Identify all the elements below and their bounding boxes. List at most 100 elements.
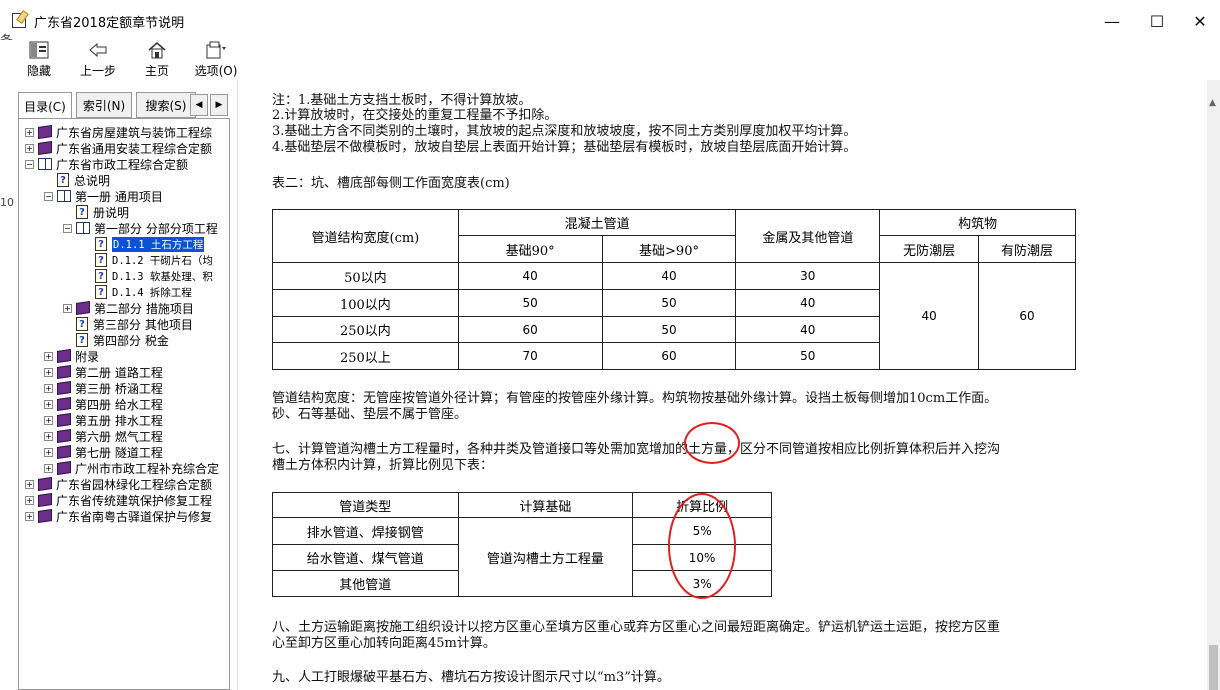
navigation-pane: 目录(C) 索引(N) 搜索(S) ◀ ▶ + 广东省房屋建筑与装饰工程综 + 广东省… bbox=[18, 92, 230, 690]
closed-book-icon bbox=[57, 397, 71, 411]
tree-item[interactable]: ? D.1.1 土石方工程 bbox=[82, 236, 205, 252]
tree-item[interactable]: ? 总说明 bbox=[44, 172, 110, 188]
table-cell: 给水管道、煤气管道 bbox=[272, 544, 459, 571]
vertical-scrollbar[interactable]: ▲ bbox=[1207, 80, 1220, 690]
tree-item[interactable]: + 广东省传统建筑保护修复工程 bbox=[25, 492, 212, 508]
tree-item-label: 第六册 燃气工程 bbox=[75, 429, 163, 444]
note-line: 3.基础土方含不同类别的土壤时，其放坡的起点深度和放坡坡度，按不同土方类别厚度加… bbox=[272, 124, 857, 139]
scrollbar-thumb[interactable] bbox=[1209, 645, 1218, 690]
close-button[interactable]: ✕ bbox=[1178, 8, 1220, 34]
closed-book-icon bbox=[38, 477, 52, 491]
expand-icon[interactable]: + bbox=[44, 431, 53, 441]
table-row: 50以内 40 40 30 40 60 bbox=[272, 262, 1076, 370]
tab-scroll-left-button[interactable]: ◀ bbox=[190, 94, 208, 116]
tree-item[interactable]: + 第四册 给水工程 bbox=[44, 396, 163, 412]
options-button[interactable]: 选项(O) bbox=[190, 40, 242, 79]
expand-icon[interactable]: + bbox=[25, 495, 34, 505]
content-pane: 注：1.基础土方支挡土板时，不得计算放坡。 2.计算放坡时，在交接处的重复工程量… bbox=[237, 80, 1207, 690]
table2-title: 表二：坑、槽底部每侧工作面宽度表(cm) bbox=[272, 176, 510, 191]
table-cell: 其他管道 bbox=[272, 570, 459, 597]
header-cell: 构筑物 bbox=[879, 209, 1076, 236]
tree-item-label: D.1.3 软基处理、积 bbox=[112, 270, 213, 283]
tree-item[interactable]: + 广东省通用安装工程综合定额 bbox=[25, 140, 212, 156]
header-cell: 有防潮层 bbox=[978, 235, 1076, 263]
paragraph-line: 砂、石等基础、垫层不属于管座。 bbox=[272, 407, 468, 422]
expand-icon[interactable]: + bbox=[44, 367, 53, 377]
tree-item[interactable]: + 广东省园林绿化工程综合定额 bbox=[25, 476, 212, 492]
table-cell: 40 bbox=[601, 262, 737, 290]
table-cell: 30 bbox=[735, 262, 881, 290]
header-cell: 无防潮层 bbox=[879, 235, 980, 263]
tree-item[interactable]: + 第三册 桥涵工程 bbox=[44, 380, 163, 396]
nav-tabs: 目录(C) 索引(N) 搜索(S) ◀ ▶ bbox=[18, 92, 230, 119]
expand-icon[interactable]: + bbox=[63, 303, 72, 313]
home-icon bbox=[131, 40, 183, 60]
collapse-icon[interactable]: − bbox=[25, 159, 34, 169]
toolbar: 隐藏 上一步 主页 选项(O) bbox=[0, 40, 1220, 80]
tree-item[interactable]: − 第一册 通用项目 bbox=[44, 188, 163, 204]
maximize-button[interactable]: ☐ bbox=[1135, 8, 1179, 34]
table-cell: 250以内 bbox=[272, 316, 459, 343]
tab-scroll-right-button[interactable]: ▶ bbox=[210, 94, 228, 116]
tree-item[interactable]: ? 第四部分 税金 bbox=[63, 332, 169, 348]
tree-item[interactable]: ? 第三部分 其他项目 bbox=[63, 316, 193, 332]
tree-item[interactable]: ? D.1.2 干砌片石（均 bbox=[82, 252, 213, 268]
tab-index[interactable]: 索引(N) bbox=[76, 92, 132, 118]
home-button[interactable]: 主页 bbox=[131, 40, 183, 79]
open-book-icon bbox=[38, 158, 52, 170]
expand-icon[interactable]: + bbox=[25, 143, 34, 153]
work-surface-width-table: 管道结构宽度(cm) 混凝土管道 金属及其他管道 构筑物 基础90° 基础>90… bbox=[272, 209, 1076, 370]
paragraph-line: 八、土方运输距离按施工组织设计以挖方区重心至填方区重心或弃方区重心之间最短距离确… bbox=[272, 620, 1001, 635]
collapse-icon[interactable]: − bbox=[44, 191, 53, 201]
expand-icon[interactable]: + bbox=[25, 127, 34, 137]
paragraph-line: 管道结构宽度：无管座按管道外径计算；有管座的按管座外缘计算。构筑物按基础外缘计算… bbox=[272, 391, 998, 406]
tree-item[interactable]: ? 册说明 bbox=[63, 204, 129, 220]
table-cell: 50以内 bbox=[272, 262, 459, 290]
tree-item-label: 第一册 通用项目 bbox=[75, 189, 163, 204]
expand-icon[interactable]: + bbox=[44, 383, 53, 393]
tree-item[interactable]: − 广东省市政工程综合定额 bbox=[25, 156, 188, 172]
tree-item[interactable]: ? D.1.4 拆除工程 bbox=[82, 284, 192, 300]
tree-item[interactable]: + 附录 bbox=[44, 348, 99, 364]
table-cell: 50 bbox=[601, 316, 737, 343]
tree-item[interactable]: + 广东省房屋建筑与装饰工程综 bbox=[25, 124, 212, 140]
tree-item[interactable]: + 广东省南粤古驿道保护与修复 bbox=[25, 508, 212, 524]
title-bar: 广东省2018定额章节说明 — ☐ ✕ bbox=[0, 0, 1220, 40]
expand-icon[interactable]: + bbox=[25, 479, 34, 489]
tree-item-label: 第四部分 税金 bbox=[93, 333, 169, 348]
tree-item[interactable]: + 第二册 道路工程 bbox=[44, 364, 163, 380]
expand-icon[interactable]: + bbox=[44, 351, 53, 361]
tree-item[interactable]: + 广州市市政工程补充综合定 bbox=[44, 460, 219, 476]
scroll-up-icon[interactable]: ▲ bbox=[1209, 98, 1216, 108]
collapse-icon[interactable]: − bbox=[63, 223, 72, 233]
closed-book-icon bbox=[57, 365, 71, 379]
closed-book-icon bbox=[57, 381, 71, 395]
hide-button[interactable]: 隐藏 bbox=[13, 40, 65, 79]
back-button[interactable]: 上一步 bbox=[72, 40, 124, 79]
closed-book-icon bbox=[57, 445, 71, 459]
header-cell: 基础90° bbox=[457, 235, 603, 263]
tree-item[interactable]: + 第六册 燃气工程 bbox=[44, 428, 163, 444]
tree-item[interactable]: ? D.1.3 软基处理、积 bbox=[82, 268, 213, 284]
tree-item[interactable]: + 第七册 隧道工程 bbox=[44, 444, 163, 460]
table-cell: 管道沟槽土方工程量 bbox=[457, 517, 634, 597]
table-cell: 70 bbox=[457, 342, 603, 370]
paragraph-line: 九、人工打眼爆破平基石方、槽坑石方按设计图示尺寸以“m3”计算。 bbox=[272, 670, 670, 685]
expand-icon[interactable]: + bbox=[44, 399, 53, 409]
tree-item[interactable]: + 第五册 排水工程 bbox=[44, 412, 163, 428]
tree-item[interactable]: − 第一部分 分部分项工程 bbox=[63, 220, 218, 236]
tab-contents[interactable]: 目录(C) bbox=[18, 92, 72, 119]
options-icon bbox=[190, 40, 242, 60]
closed-book-icon bbox=[57, 349, 71, 363]
expand-icon[interactable]: + bbox=[44, 415, 53, 425]
tab-search[interactable]: 搜索(S) bbox=[136, 92, 196, 118]
minimize-button[interactable]: — bbox=[1090, 8, 1134, 34]
expand-icon[interactable]: + bbox=[25, 511, 34, 521]
closed-book-icon bbox=[38, 141, 52, 155]
expand-icon[interactable]: + bbox=[44, 463, 53, 473]
tree-item-label: 广东省市政工程综合定额 bbox=[56, 157, 189, 172]
tree-item-label: D.1.2 干砌片石（均 bbox=[112, 254, 213, 267]
tree-item[interactable]: + 第二部分 措施项目 bbox=[63, 300, 194, 316]
table-cell: 50 bbox=[457, 289, 603, 317]
expand-icon[interactable]: + bbox=[44, 447, 53, 457]
